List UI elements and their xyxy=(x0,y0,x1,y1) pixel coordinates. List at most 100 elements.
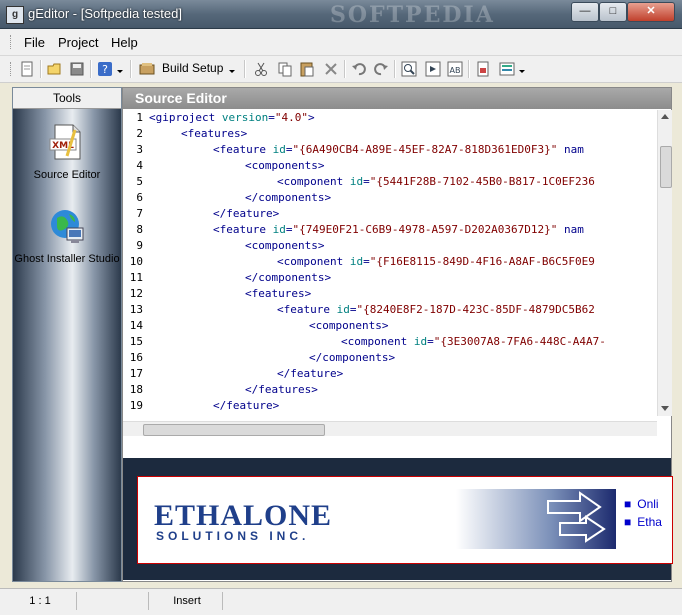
code-token: version xyxy=(221,111,269,124)
banner-link[interactable]: ■ Etha xyxy=(624,515,662,533)
maximize-button[interactable]: □ xyxy=(599,2,627,22)
code-token: id xyxy=(336,303,350,316)
code-token: nam xyxy=(557,223,584,236)
ethalone-banner: ETHALONE SOLUTIONS INC. ■ Onli ■ Etha xyxy=(123,458,673,580)
line-number: 16 xyxy=(129,351,143,364)
code-text: <feature id="{749E0F21-C6B9-4978-A597-D2… xyxy=(213,222,584,238)
code-token: "{749E0F21-C6B9-4978-A597-D202A0367D12}" xyxy=(292,223,558,236)
tools-panel: Tools XML Source Editor Ghost Installer … xyxy=(12,87,122,582)
code-text: </components> xyxy=(309,350,395,366)
cursor-position: 1 : 1 xyxy=(4,592,77,610)
line-number: 2 xyxy=(136,127,143,140)
code-token: <feature xyxy=(213,143,273,156)
code-token: "{3E3007A8-7FA6-448C-A4A7- xyxy=(433,335,606,348)
edit-mode: Insert xyxy=(152,592,223,610)
code-area[interactable]: 1 <giproject version="4.0"> 2 <features> 3 <f… xyxy=(123,110,657,416)
find-icon[interactable] xyxy=(400,60,418,78)
code-text: </feature> xyxy=(213,398,279,414)
menu-grip xyxy=(10,35,14,49)
line-number: 8 xyxy=(136,223,143,236)
code-text: </features> xyxy=(181,414,254,416)
scroll-up-arrow-icon[interactable] xyxy=(661,114,669,119)
tool-ghost-installer-studio[interactable]: Ghost Installer Studio xyxy=(13,206,121,266)
cut-icon[interactable] xyxy=(252,60,270,78)
code-token: </feature> xyxy=(213,207,280,220)
horizontal-scrollbar[interactable] xyxy=(123,421,657,436)
chevron-down-icon[interactable] xyxy=(116,60,124,78)
code-token: <components> xyxy=(245,159,325,172)
toolbar-separator xyxy=(40,60,42,78)
code-token: id xyxy=(272,143,286,156)
code-text: <features> xyxy=(181,126,247,142)
close-button[interactable]: ✕ xyxy=(627,2,675,22)
find-next-icon[interactable] xyxy=(424,60,442,78)
app-icon[interactable]: g xyxy=(6,6,24,24)
code-token: "{8240E8F2-187D-423C-85DF-4879DC5B62 xyxy=(356,303,595,316)
build-setup-icon[interactable] xyxy=(138,60,156,78)
chevron-down-icon[interactable] xyxy=(518,60,526,78)
code-token: </feature> xyxy=(277,367,344,380)
line-number: 15 xyxy=(129,335,143,348)
help-icon[interactable]: ? xyxy=(96,60,114,78)
redo-icon[interactable] xyxy=(372,60,390,78)
horizontal-scroll-thumb[interactable] xyxy=(143,424,325,436)
delete-icon[interactable] xyxy=(322,60,340,78)
code-token: id xyxy=(349,255,364,268)
new-file-icon[interactable] xyxy=(18,60,36,78)
code-text: <feature id="{6A490CB4-A89E-45EF-82A7-81… xyxy=(213,142,584,158)
svg-text:AB: AB xyxy=(450,66,461,75)
toolbar-separator xyxy=(90,60,92,78)
toolbar-separator xyxy=(244,60,246,78)
build-setup-label[interactable]: Build Setup xyxy=(162,61,223,75)
tool-source-editor-label: Source Editor xyxy=(33,169,101,181)
code-text: </features> xyxy=(245,382,318,398)
code-text: <component id="{F16E8115-849D-4F16-A8AF-… xyxy=(277,254,595,270)
xml-file-icon: XML xyxy=(49,124,81,160)
bullet-icon: ■ xyxy=(624,515,632,529)
line-number: 13 xyxy=(129,303,143,316)
code-text: <component id="{5441F28B-7102-45B0-B817-… xyxy=(277,174,595,190)
globe-computer-icon xyxy=(51,210,84,243)
line-number: 10 xyxy=(129,255,143,268)
banner-graphic xyxy=(456,489,616,549)
code-token: <feature xyxy=(277,303,337,316)
replace-icon[interactable]: AB xyxy=(446,60,464,78)
code-text: </feature> xyxy=(277,366,343,382)
copy-icon[interactable] xyxy=(276,60,294,78)
banner-link[interactable]: ■ Onli xyxy=(624,497,662,515)
code-token: "{F16E8115-849D-4F16-A8AF-B6C5F0E9 xyxy=(369,255,595,268)
menu-help-label: Help xyxy=(111,35,138,50)
menu-help[interactable]: Help xyxy=(111,35,138,50)
code-token: <features> xyxy=(181,127,248,140)
paste-icon[interactable] xyxy=(298,60,316,78)
code-text: <giproject version="4.0"> xyxy=(149,110,315,126)
menu-file[interactable]: File xyxy=(24,35,45,50)
scroll-down-arrow-icon[interactable] xyxy=(661,406,669,411)
document-icon[interactable] xyxy=(474,60,492,78)
code-text: </components> xyxy=(245,270,331,286)
minimize-button[interactable]: — xyxy=(571,2,599,22)
svg-text:?: ? xyxy=(102,63,108,76)
code-token: "4.0" xyxy=(274,111,308,124)
code-token: id xyxy=(413,335,428,348)
menu-project[interactable]: Project xyxy=(58,35,98,50)
ethalone-logo-title: ETHALONE xyxy=(154,499,333,532)
code-token: </features> xyxy=(181,415,254,416)
chevron-down-icon[interactable] xyxy=(228,60,236,78)
line-number: 1 xyxy=(136,111,143,124)
code-text: </components> xyxy=(245,190,331,206)
source-editor-pane: Source Editor 1 <giproject version="4.0">… xyxy=(122,87,673,582)
code-token: </components> xyxy=(309,351,396,364)
vertical-scroll-thumb[interactable] xyxy=(660,146,672,188)
line-number: 20 xyxy=(127,414,143,416)
code-token: "{6A490CB4-A89E-45EF-82A7-818D361ED0F3}" xyxy=(292,143,558,156)
open-folder-icon[interactable] xyxy=(46,60,64,78)
save-icon[interactable] xyxy=(68,60,86,78)
undo-icon[interactable] xyxy=(350,60,368,78)
toolbar: ? Build Setup AB xyxy=(0,56,682,83)
tool-source-editor[interactable]: XML Source Editor xyxy=(13,122,121,182)
options-icon[interactable] xyxy=(498,60,516,78)
vertical-scrollbar[interactable] xyxy=(657,110,672,416)
toolbar-separator xyxy=(344,60,346,78)
toolbar-separator xyxy=(468,60,470,78)
